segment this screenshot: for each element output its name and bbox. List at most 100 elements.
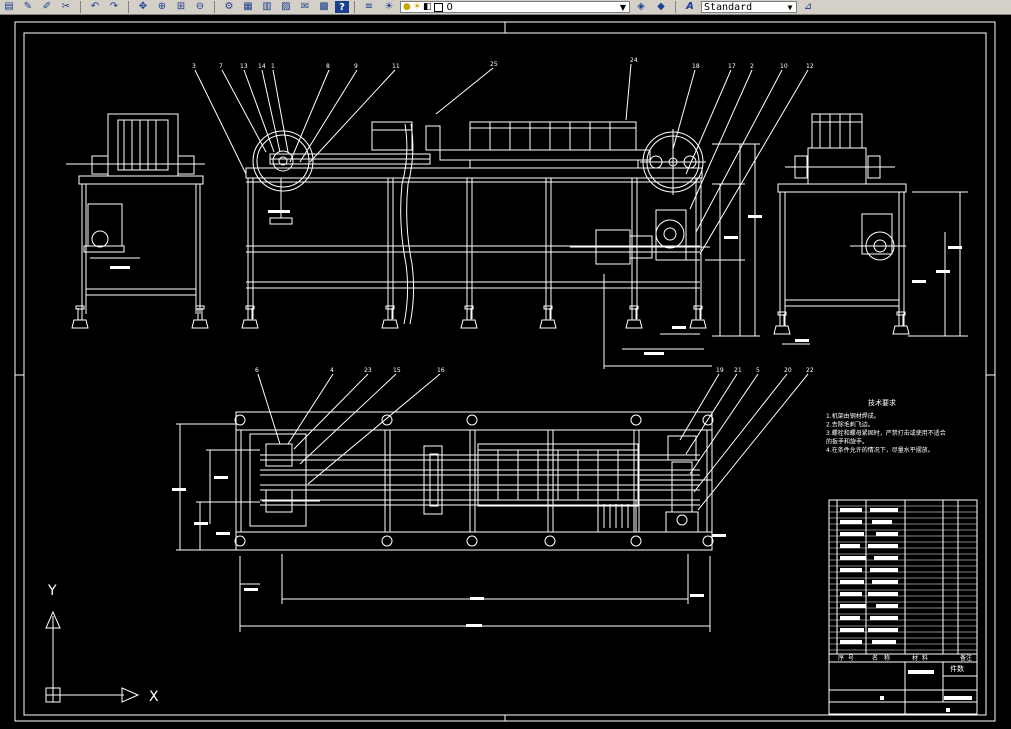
material-label: 件数 <box>950 664 964 673</box>
open-icon[interactable]: ▤ <box>0 1 18 14</box>
part-number-label: 2 <box>750 63 754 70</box>
title-block-header-labels: 序号 名称 材料 备注 <box>838 654 972 662</box>
redo-icon[interactable]: ↷ <box>105 1 123 14</box>
text-style-dropdown[interactable]: Standard ▼ <box>701 1 797 13</box>
tech-req-line: 1.机架由钢材焊成。 <box>826 412 880 420</box>
pencil-icon[interactable]: ✐ <box>38 1 56 14</box>
ucs-x-label: X <box>149 689 159 705</box>
title-block-entry <box>872 580 898 584</box>
front-view <box>66 113 968 369</box>
title-block-entry <box>868 628 898 632</box>
match-properties-icon[interactable]: ✂ <box>57 1 75 14</box>
toolbar-separator <box>80 1 81 13</box>
title-block-header-label: 备注 <box>960 654 972 662</box>
layer-previous-icon[interactable]: ◆ <box>652 1 670 14</box>
toolbar-separator <box>354 1 355 13</box>
title-block-header-label: 料 <box>922 654 928 662</box>
tech-req-title: 技术要求 <box>868 398 896 407</box>
layer-lock-icon: ◧ <box>422 2 432 12</box>
pan-icon[interactable]: ✥ <box>134 1 152 14</box>
title-block-fills <box>840 508 898 644</box>
title-block-header-label: 序 <box>838 654 844 662</box>
title-block-entry <box>840 508 862 512</box>
layer-dropdown[interactable]: ● ☀ ◧ 0 ▼ <box>400 1 630 13</box>
part-number-label: 6 <box>255 367 259 374</box>
part-number-label: 16 <box>437 367 445 374</box>
part-number-label: 19 <box>716 367 724 374</box>
calculator-icon[interactable]: ▩ <box>315 1 333 14</box>
markup-icon[interactable]: ✉ <box>296 1 314 14</box>
title-block-header-label: 材 <box>912 654 918 662</box>
text-style-icon[interactable]: A <box>681 1 699 14</box>
title-block-entry <box>840 544 860 548</box>
tech-req-line: 的扳手和旋手。 <box>826 438 868 446</box>
title-block-entry <box>870 508 898 512</box>
part-number-label: 17 <box>728 63 736 70</box>
part-number-label: 10 <box>780 63 788 70</box>
title-block-entry <box>840 616 860 620</box>
title-block-entry <box>840 628 864 632</box>
part-number-label: 25 <box>490 61 498 68</box>
undo-icon[interactable]: ↶ <box>86 1 104 14</box>
sheet-set-icon[interactable]: ▨ <box>277 1 295 14</box>
part-number-label: 7 <box>219 63 223 70</box>
title-block-entry <box>868 592 898 596</box>
title-block-entry <box>876 532 898 536</box>
make-object-layer-current-icon[interactable]: ◈ <box>632 1 650 14</box>
tech-req-line: 2.去除毛刺飞边。 <box>826 421 874 429</box>
zoom-previous-icon[interactable]: ⊖ <box>191 1 209 14</box>
zoom-realtime-icon[interactable]: ⊕ <box>153 1 171 14</box>
part-number-label: 21 <box>734 367 742 374</box>
part-number-label: 20 <box>784 367 792 374</box>
ucs-icon <box>45 610 140 703</box>
part-number-label: 24 <box>630 57 638 64</box>
title-block-header-label: 称 <box>884 654 890 662</box>
part-number-label: 9 <box>354 63 358 70</box>
toolbar-separator <box>675 1 676 13</box>
zoom-window-icon[interactable]: ⊞ <box>172 1 190 14</box>
layer-manager-icon[interactable]: ≡ <box>360 1 378 14</box>
part-number-label: 4 <box>330 367 334 374</box>
title-block-entry <box>840 568 862 572</box>
toolbar-separator <box>128 1 129 13</box>
part-number-label: 5 <box>756 367 760 374</box>
part-number-labels-bottom: 6 4 23 15 16 19 21 5 20 22 <box>255 367 814 374</box>
part-number-label: 14 <box>258 63 266 70</box>
ucs-y-label: Y <box>47 583 57 599</box>
dimension-style-icon[interactable]: ⊿ <box>799 1 817 14</box>
design-center-icon[interactable]: ▦ <box>239 1 257 14</box>
title-block-entry <box>874 556 898 560</box>
part-number-label: 18 <box>692 63 700 70</box>
part-number-labels-top: 3 7 13 14 1 8 9 11 252418 17 2 10 12 <box>192 57 814 70</box>
chevron-down-icon[interactable]: ▼ <box>784 1 796 13</box>
technical-requirements: 技术要求 1.机架由钢材焊成。2.去除毛刺飞边。3.螺栓和螺母紧固时，严禁打击或… <box>826 398 946 454</box>
toolbar-separator <box>214 1 215 13</box>
title-block-entry <box>840 604 866 608</box>
layer-color-icon <box>434 2 444 12</box>
drawing-area[interactable]: 3 7 13 14 1 8 9 11 25 24 18 17 2 10 12 6… <box>0 14 1011 725</box>
part-number-label: 13 <box>240 63 248 70</box>
title-block-entry <box>876 604 898 608</box>
part-number-label: 22 <box>806 367 814 374</box>
chevron-down-icon[interactable]: ▼ <box>617 1 629 13</box>
plan-view <box>176 411 714 632</box>
part-number-label: 3 <box>192 63 196 70</box>
text-style-name: Standard <box>704 1 753 13</box>
part-number-label: 23 <box>364 367 372 374</box>
help-icon[interactable]: ? <box>335 1 349 13</box>
layer-name: 0 <box>446 1 453 13</box>
standard-toolbar: ▤ ✎ ✐ ✂ ↶ ↷ ✥ ⊕ ⊞ ⊖ ⚙ ▦ ▥ ▨ ✉ ▩ ? ≡ ☀ ● ☀ ◧ 0 ▼ ◈ ◆ … <box>0 0 1011 15</box>
tool-palettes-icon[interactable]: ▥ <box>258 1 276 14</box>
title-block-header-label: 名 <box>872 654 878 662</box>
title-block-entry <box>840 640 862 644</box>
title-block-entry <box>870 616 898 620</box>
layer-on-icon: ● <box>403 2 411 12</box>
properties-icon[interactable]: ⚙ <box>220 1 238 14</box>
title-block-entry <box>870 568 898 572</box>
title-block-entry <box>840 520 862 524</box>
tech-req-line: 3.螺栓和螺母紧固时，严禁打击或使用不适合 <box>826 429 946 437</box>
title-block-entry <box>840 556 866 560</box>
dimension-labels-bottom <box>172 476 726 627</box>
save-icon[interactable]: ✎ <box>19 1 37 14</box>
drawing-canvas[interactable]: 3 7 13 14 1 8 9 11 252418 17 2 10 12 6 4… <box>0 14 1011 725</box>
